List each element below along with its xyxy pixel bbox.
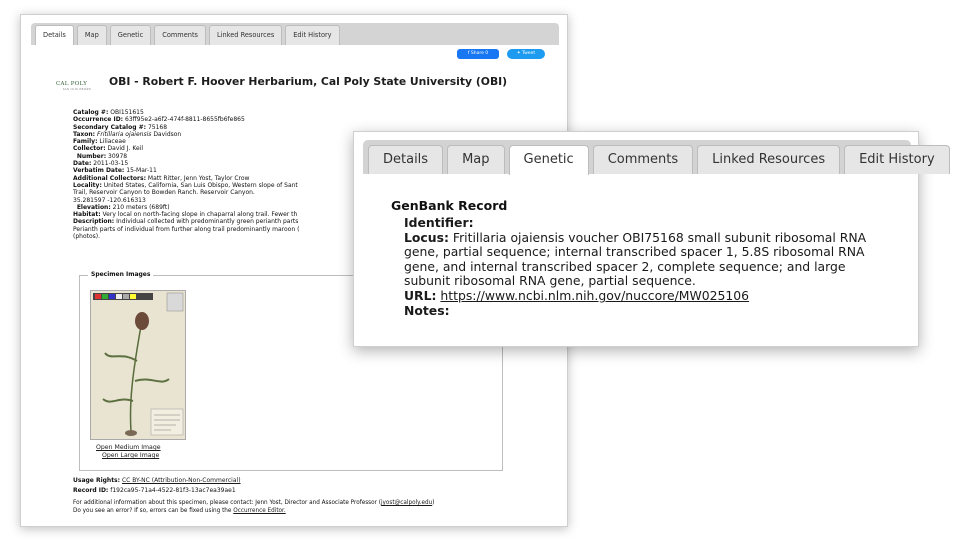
tab-edit-history[interactable]: Edit History xyxy=(844,145,950,174)
specimen-images-legend: Specimen Images xyxy=(88,271,154,278)
specimen-thumbnail[interactable] xyxy=(90,290,186,440)
tab-linked-resources[interactable]: Linked Resources xyxy=(208,25,283,45)
license-link[interactable]: CC BY-NC (Attribution-Non-Commercial) xyxy=(122,477,241,484)
occurrence-editor-link[interactable]: Occurrence Editor. xyxy=(233,508,285,514)
tab-comments[interactable]: Comments xyxy=(154,25,206,45)
occurrence-row: Occurrence ID: 63ff95e2-a6f2-474f-8811-8… xyxy=(73,116,245,124)
tab-genetic[interactable]: Genetic xyxy=(508,145,589,175)
verbatim-date-row: Verbatim Date: 15-Mar-11 xyxy=(73,167,157,175)
genbank-url-link[interactable]: https://www.ncbi.nlm.nih.gov/nuccore/MW0… xyxy=(440,288,749,303)
genetic-tab-window: Details Map Genetic Comments Linked Reso… xyxy=(353,131,950,347)
tab-details[interactable]: Details xyxy=(368,145,444,174)
genbank-record-heading: GenBank Record xyxy=(391,198,508,213)
specimen-details: Catalog #: OBI151615 Occurrence ID: 63ff… xyxy=(73,109,363,240)
facebook-share-button[interactable]: f Share 0 xyxy=(457,49,499,59)
error-line: Do you see an error? If so, errors can b… xyxy=(73,508,286,514)
secondary-catalog-row: Secondary Catalog #: 75168 xyxy=(73,123,168,131)
herbarium-sheet-image xyxy=(91,291,185,439)
taxon-row: Taxon: Fritillaria ojaiensis Davidson xyxy=(73,130,182,138)
tab-comments[interactable]: Comments xyxy=(592,145,694,174)
collector-row: Collector: David J. Keil xyxy=(73,145,144,153)
url-row: URL: https://www.ncbi.nlm.nih.gov/nuccor… xyxy=(404,287,750,303)
tweet-label: Tweet xyxy=(522,51,536,56)
date-row: Date: 2011-03-15 xyxy=(73,160,129,168)
notes-row: Notes: xyxy=(404,302,450,318)
tab-map[interactable]: Map xyxy=(447,145,505,174)
genbank-record-body: Identifier: Locus: Fritillaria ojaiensis… xyxy=(404,215,894,318)
open-large-image-link[interactable]: Open Large Image xyxy=(102,452,159,459)
back-tab-bar: Details Map Genetic Comments Linked Reso… xyxy=(31,23,559,45)
tweet-button[interactable]: ✦ Tweet xyxy=(507,49,545,59)
cal-poly-logo: CAL POLY SAN LUIS OBISPO xyxy=(56,81,92,91)
facebook-icon: f xyxy=(467,51,470,56)
record-id-row: Record ID: f192ca95-71a4-4522-81f3-13ac7… xyxy=(73,487,236,494)
tab-map[interactable]: Map xyxy=(76,25,107,45)
coordinates-row: 35.281597 -120.616313 xyxy=(73,196,146,204)
tab-linked-resources[interactable]: Linked Resources xyxy=(697,145,841,174)
usage-rights-row: Usage Rights: CC BY-NC (Attribution-Non-… xyxy=(73,477,241,484)
catalog-row: Catalog #: OBI151615 xyxy=(73,109,144,116)
tab-details[interactable]: Details xyxy=(35,25,74,45)
open-medium-image-link[interactable]: Open Medium Image xyxy=(96,444,161,451)
identifier-row: Identifier: xyxy=(404,215,474,230)
locality-row-2: Trail, Reservoir Canyon to Bowden Ranch.… xyxy=(73,189,255,197)
back-tabs: Details Map Genetic Comments Linked Reso… xyxy=(35,25,340,45)
additional-collectors-row: Additional Collectors: Matt Ritter, Jenn… xyxy=(73,174,250,182)
front-tab-bar: Details Map Genetic Comments Linked Reso… xyxy=(363,140,950,175)
description-row-2: Perianth parts of individual from furthe… xyxy=(73,225,300,233)
description-row-3: (photos). xyxy=(73,233,101,241)
locus-row: Locus: Fritillaria ojaiensis voucher OBI… xyxy=(404,229,867,289)
share-label: Share 0 xyxy=(470,51,489,56)
twitter-bird-icon: ✦ xyxy=(516,51,521,56)
description-row: Description: Individual collected with p… xyxy=(73,218,299,226)
contact-email-link[interactable]: jyost@calpoly.edu xyxy=(381,500,432,506)
front-tabs: Details Map Genetic Comments Linked Reso… xyxy=(368,145,950,175)
number-row: Number: 30978 xyxy=(76,152,128,160)
habitat-row: Habitat: Very local on north-facing slop… xyxy=(73,211,298,219)
elevation-row: Elevation: 210 meters (689ft) xyxy=(76,203,170,211)
locality-row: Locality: United States, California, San… xyxy=(73,181,298,189)
tab-edit-history[interactable]: Edit History xyxy=(285,25,340,45)
family-row: Family: Liliaceae xyxy=(73,138,126,146)
contact-line: For additional information about this sp… xyxy=(73,500,435,506)
tab-genetic[interactable]: Genetic xyxy=(109,25,152,45)
collection-title: OBI - Robert F. Hoover Herbarium, Cal Po… xyxy=(109,75,508,88)
